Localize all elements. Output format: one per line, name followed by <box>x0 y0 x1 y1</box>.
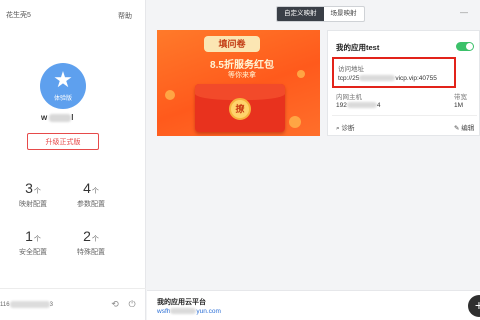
stat-value: 3 <box>25 180 33 196</box>
account-id: 116 3 <box>0 301 53 308</box>
coin-decoration <box>289 116 301 128</box>
diagnose-label: 诊断 <box>341 125 355 132</box>
app-title: 花生壳5 <box>6 12 31 19</box>
stat-mapping[interactable]: 3个 映射配置 <box>8 180 58 209</box>
avatar[interactable]: ★ 体验版 <box>40 63 86 109</box>
sidebar: 花生壳5 帮助 ★ 体验版 wl 升级正式版 3个 映射配置 4个 参数配置 1… <box>0 0 146 320</box>
address-prefix: tcp://25 <box>338 75 360 82</box>
address-suffix: vicp.vip:40755 <box>395 75 437 82</box>
promo-banner[interactable]: 填问卷 8.5折服务红包 等你来拿 撩 <box>157 30 320 136</box>
help-link[interactable]: 帮助 <box>118 11 132 21</box>
address-value[interactable]: tcp://25 vicp.vip:40755 <box>338 75 437 82</box>
sync-icon[interactable]: ⟲ <box>110 299 120 309</box>
stat-label: 映射配置 <box>19 201 47 208</box>
username-prefix: w <box>41 113 48 122</box>
stat-value: 1 <box>25 228 33 244</box>
username: wl <box>41 113 87 125</box>
bandwidth-label: 带宽 <box>454 94 467 101</box>
banner-headline: 8.5折服务红包 <box>210 60 274 71</box>
stat-label: 参数配置 <box>77 201 105 208</box>
coin-decoration <box>297 70 305 78</box>
stat-special[interactable]: 2个 特殊配置 <box>66 228 116 257</box>
envelope-coin: 撩 <box>229 98 251 120</box>
stat-label: 特殊配置 <box>77 249 105 256</box>
redacted-text <box>49 113 72 122</box>
cloud-platform-bar: 我的应用云平台 wsfh yun.com + <box>147 290 480 320</box>
host-value: 192 4 <box>336 102 380 109</box>
link-suffix: yun.com <box>196 308 221 315</box>
app-window: 花生壳5 帮助 ★ 体验版 wl 升级正式版 3个 映射配置 4个 参数配置 1… <box>0 0 480 320</box>
upgrade-button[interactable]: 升级正式版 <box>27 133 99 150</box>
stat-security[interactable]: 1个 安全配置 <box>8 228 58 257</box>
tab-custom-mapping[interactable]: 自定义映射 <box>277 7 324 21</box>
account-id-suffix: 3 <box>49 302 53 309</box>
host-label: 内网主机 <box>336 94 362 101</box>
tab-scene-mapping[interactable]: 场景映射 <box>324 7 364 21</box>
minimize-icon[interactable]: — <box>460 8 468 17</box>
cloud-platform-title: 我的应用云平台 <box>157 299 206 306</box>
coin-decoration <box>165 90 175 100</box>
edit-icon: ✎ <box>454 125 460 132</box>
edit-button[interactable]: ✎ 编辑 <box>454 122 474 132</box>
stat-label: 安全配置 <box>19 249 47 256</box>
stat-value: 2 <box>83 228 91 244</box>
link-prefix: wsfh <box>157 308 171 315</box>
address-label: 访问地址 <box>338 66 364 73</box>
account-id-prefix: 116 <box>0 302 10 309</box>
banner-subline: 等你来拿 <box>228 72 256 79</box>
stat-unit: 个 <box>33 188 41 195</box>
stat-value: 4 <box>83 180 91 196</box>
stat-unit: 个 <box>33 236 41 243</box>
redacted-text <box>359 75 396 82</box>
diagnose-button[interactable]: ⌕ 诊断 <box>336 122 354 133</box>
access-address-box: 访问地址 tcp://25 vicp.vip:40755 <box>332 57 456 88</box>
account-type-label: 体验版 <box>53 96 72 102</box>
stat-params[interactable]: 4个 参数配置 <box>66 180 116 209</box>
app-card: 我的应用test 访问地址 tcp://25 vicp.vip:40755 内网主… <box>327 30 480 136</box>
diagnose-icon: ⌕ <box>336 125 340 132</box>
plus-icon: + <box>474 297 480 313</box>
bandwidth-value: 1M <box>454 102 464 109</box>
banner-badge: 填问卷 <box>204 36 260 52</box>
red-envelope-image: 撩 <box>195 84 285 132</box>
mapping-tabs: 自定义映射 场景映射 <box>276 6 365 22</box>
app-toggle[interactable] <box>456 42 474 51</box>
edit-label: 编辑 <box>461 125 475 132</box>
divider <box>332 115 477 116</box>
sidebar-footer: 116 3 ⟲ ⏻ <box>0 288 146 320</box>
host-prefix: 192 <box>336 102 347 109</box>
host-suffix: 4 <box>376 102 381 109</box>
add-app-button[interactable]: + <box>468 295 480 317</box>
username-suffix: l <box>71 113 74 122</box>
redacted-text <box>346 102 377 109</box>
app-title: 我的应用test <box>336 43 380 52</box>
redacted-text <box>9 301 50 308</box>
star-icon: ★ <box>53 67 73 92</box>
stat-unit: 个 <box>91 188 99 195</box>
redacted-text <box>170 308 197 315</box>
logout-icon[interactable]: ⏻ <box>127 299 137 309</box>
stat-unit: 个 <box>91 236 99 243</box>
cloud-platform-link[interactable]: wsfh yun.com <box>157 308 221 315</box>
